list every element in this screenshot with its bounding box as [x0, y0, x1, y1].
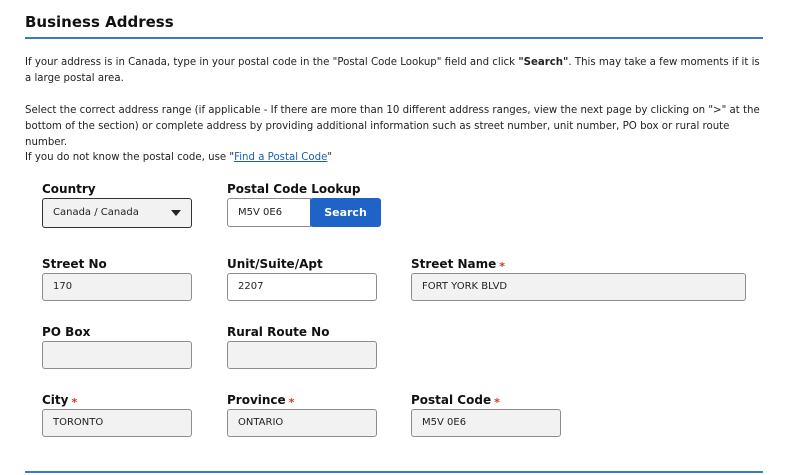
required-asterisk: * [288, 396, 295, 409]
country-selected-value: Canada / Canada [53, 207, 139, 218]
section-divider-top [25, 37, 763, 39]
postal-code-input[interactable]: M5V 0E6 [411, 409, 561, 437]
street-name-label-text: Street Name [411, 257, 497, 271]
city-label: City * [42, 393, 78, 409]
instruction-text: If your address is in Canada, type in yo… [25, 57, 519, 68]
rural-route-input[interactable] [227, 341, 377, 369]
required-asterisk: * [71, 396, 78, 409]
street-name-input[interactable]: FORT YORK BLVD [411, 273, 746, 301]
province-input[interactable]: ONTARIO [227, 409, 377, 437]
street-name-label: Street Name * [411, 257, 506, 273]
instruction-paragraph-find: If you do not know the postal code, use … [25, 150, 760, 166]
find-postal-code-link[interactable]: Find a Postal Code [234, 152, 327, 163]
instruction-text: " [327, 152, 333, 163]
required-asterisk: * [494, 396, 500, 409]
postal-code-label-text: Postal Code [411, 393, 492, 407]
city-label-text: City [42, 393, 69, 407]
postal-lookup-label: Postal Code Lookup [227, 182, 361, 196]
unit-label: Unit/Suite/Apt [227, 257, 323, 271]
unit-input[interactable]: 2207 [227, 273, 377, 301]
section-divider-bottom [25, 471, 763, 473]
country-select[interactable]: Canada / Canada [42, 198, 192, 228]
street-no-input[interactable]: 170 [42, 273, 192, 301]
postal-code-label: Postal Code * [411, 393, 500, 409]
street-no-label: Street No [42, 257, 107, 271]
country-label: Country [42, 182, 96, 196]
instruction-text: If you do not know the postal code, use … [25, 152, 235, 163]
po-box-label: PO Box [42, 325, 91, 339]
province-label: Province * [227, 393, 295, 409]
instruction-bold-search: "Search" [518, 57, 569, 68]
instruction-paragraph-lookup: If your address is in Canada, type in yo… [25, 55, 760, 87]
rural-route-label: Rural Route No [227, 325, 330, 339]
city-input[interactable]: TORONTO [42, 409, 192, 437]
page-title: Business Address [25, 13, 174, 31]
chevron-down-icon [171, 210, 181, 216]
province-label-text: Province [227, 393, 286, 407]
po-box-input[interactable] [42, 341, 192, 369]
instruction-paragraph-range: Select the correct address range (if app… [25, 105, 760, 148]
search-button[interactable]: Search [310, 198, 381, 227]
postal-lookup-input[interactable]: M5V 0E6 [227, 198, 311, 227]
required-asterisk: * [499, 260, 506, 273]
